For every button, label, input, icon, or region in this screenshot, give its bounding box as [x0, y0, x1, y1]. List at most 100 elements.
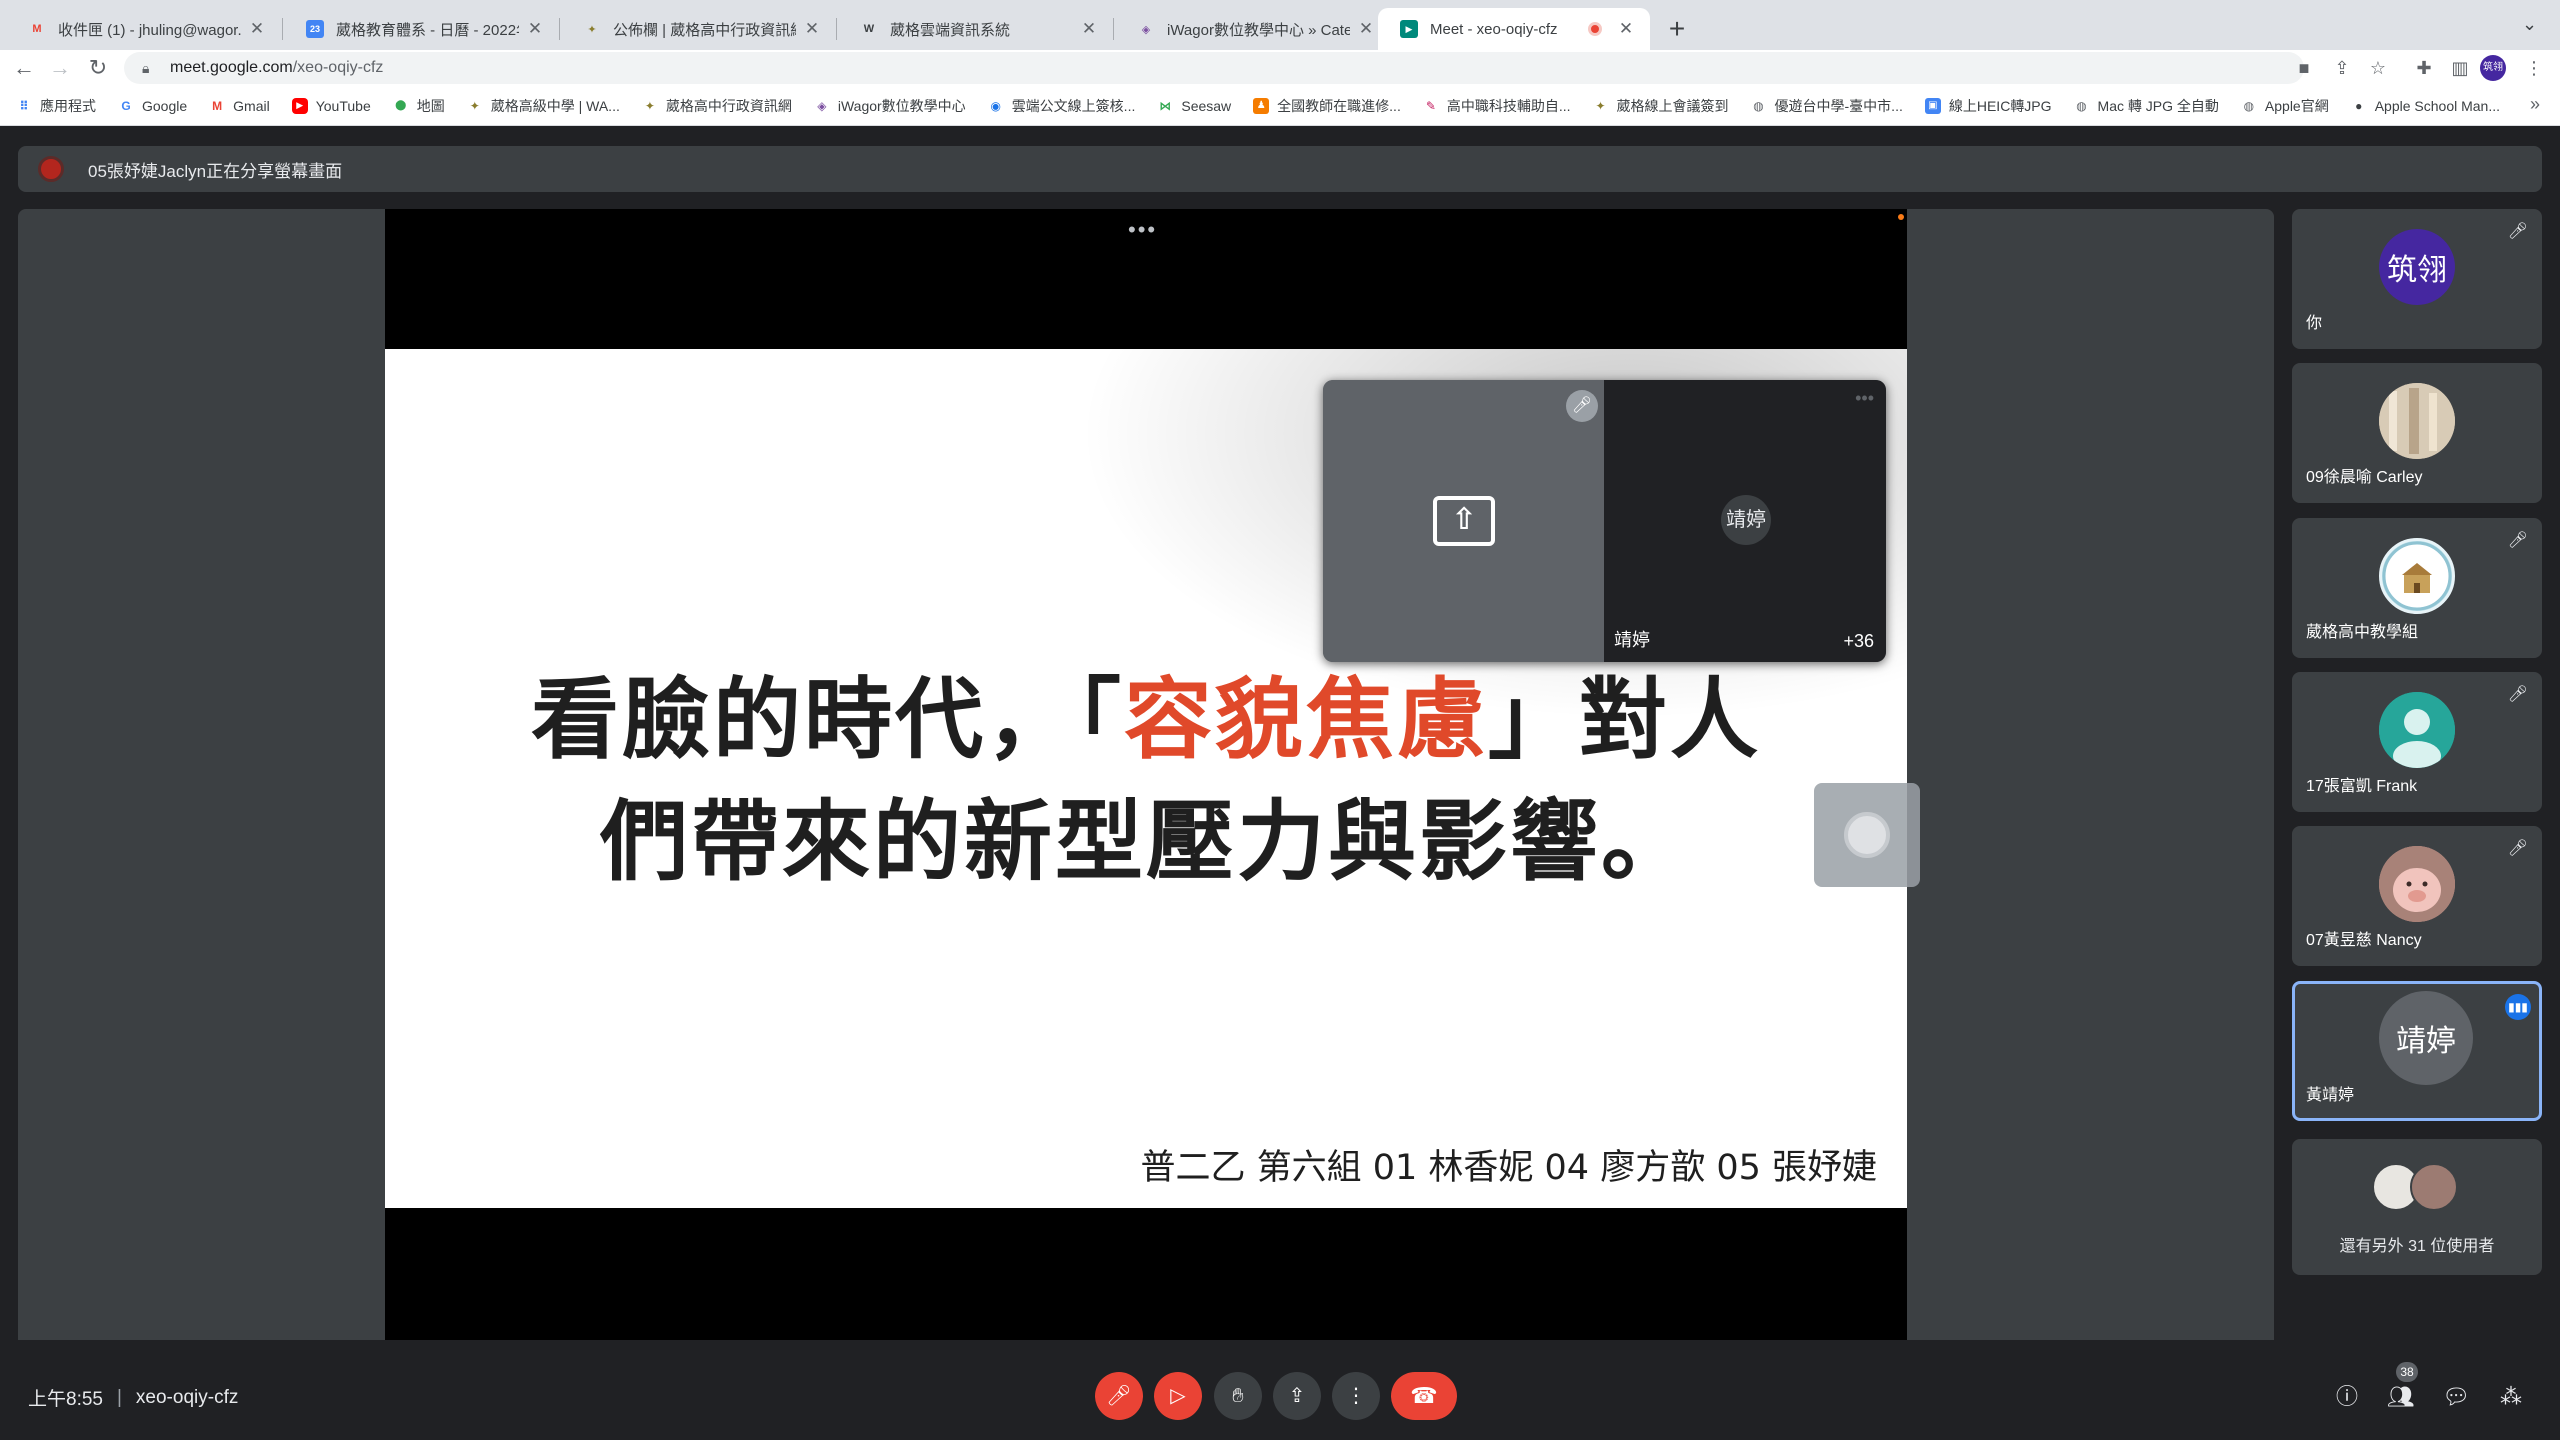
- leave-call-button[interactable]: ☎︎: [1391, 1372, 1457, 1420]
- presentation-options-icon[interactable]: •••: [1128, 217, 1157, 243]
- participant-tile-frank[interactable]: 🎤︎ 17張富凱 Frank: [2292, 672, 2542, 812]
- tab-cloud-system[interactable]: W 葳格雲端資訊系統 ✕: [838, 8, 1113, 50]
- bookmark-label: Gmail: [233, 97, 270, 114]
- avatar: [1844, 812, 1890, 858]
- participant-tile-you[interactable]: 筑翎 🎤︎ 你: [2292, 209, 2542, 349]
- school-crest-icon: ✦: [644, 98, 655, 113]
- more-bookmarks-icon[interactable]: »: [2530, 94, 2540, 115]
- tab-iwagor[interactable]: ◈ iWagor數位教學中心 » Categor ✕: [1115, 8, 1390, 50]
- mic-off-icon: 🎤︎: [1566, 390, 1598, 422]
- school-crest-icon: ✦: [469, 98, 480, 113]
- bookmark-apple-school[interactable]: ● Apple School Man...: [2351, 98, 2500, 114]
- calendar-icon: 23: [306, 20, 324, 38]
- profile-avatar[interactable]: 筑翎: [2480, 55, 2506, 81]
- chat-icon[interactable]: 💬︎: [2441, 1382, 2471, 1412]
- mic-off-icon: 🎤︎: [2507, 532, 2528, 549]
- other-participants-text: 還有另外 31 位使用者: [2339, 1238, 2495, 1255]
- bookmark-google[interactable]: G Google: [118, 98, 187, 114]
- camera-toggle-button[interactable]: ▷: [1154, 1372, 1202, 1420]
- tab-gmail[interactable]: M 收件匣 (1) - jhuling@wagor.tc.e ✕: [6, 8, 281, 50]
- bookmark-seesaw[interactable]: ⋈ Seesaw: [1157, 98, 1231, 114]
- forward-arrow-icon[interactable]: →: [46, 54, 74, 82]
- chevron-down-icon[interactable]: ⌄: [2522, 14, 2537, 35]
- slide-highlight-text: 容貌焦慮: [1123, 668, 1488, 771]
- bookmark-apple[interactable]: ◍ Apple官網: [2241, 96, 2329, 116]
- share-icon[interactable]: ⇪: [2330, 56, 2354, 80]
- bookmark-label: 優遊台中學-臺中市...: [1774, 97, 1903, 114]
- presenter-avatar-icon: [38, 156, 64, 182]
- meeting-details-icon[interactable]: ⓘ: [2332, 1382, 2362, 1412]
- participant-tile-teaching-group[interactable]: 🎤︎ 葳格高中教學組: [2292, 518, 2542, 658]
- side-panel-icon[interactable]: ▥: [2448, 56, 2472, 80]
- bookmark-wagor-admin[interactable]: ✦ 葳格高中行政資訊網: [642, 96, 792, 116]
- raise-hand-button[interactable]: ✋︎: [1214, 1372, 1262, 1420]
- tab-title: 收件匣 (1) - jhuling@wagor.tc.e: [58, 21, 241, 39]
- meet-icon: ▶: [1400, 20, 1418, 38]
- url-host: meet.google.com: [170, 59, 293, 76]
- more-options-icon[interactable]: •••: [1855, 388, 1874, 409]
- close-icon[interactable]: ✕: [1356, 19, 1376, 39]
- bookmark-wagor-school[interactable]: ✦ 葳格高級中學 | WA...: [467, 96, 620, 116]
- bookmark-meeting-signin[interactable]: ✦ 葳格線上會議簽到: [1593, 96, 1728, 116]
- close-icon[interactable]: ✕: [247, 19, 267, 39]
- activities-icon[interactable]: ⁂: [2496, 1382, 2526, 1412]
- bookmark-label: Apple官網: [2264, 97, 2329, 114]
- tab-meet[interactable]: ▶ Meet - xeo-oqiy-cfz ✕: [1378, 8, 1650, 50]
- browser-menu-icon[interactable]: ⋮: [2522, 56, 2546, 80]
- bookmark-tech-assist[interactable]: ✎ 高中職科技輔助自...: [1423, 96, 1571, 116]
- url-path: /xeo-oqiy-cfz: [292, 59, 384, 76]
- mic-off-icon: 🎤︎: [2507, 840, 2528, 857]
- bookmark-iwagor[interactable]: ◈ iWagor數位教學中心: [814, 96, 965, 116]
- camera-off-icon: ▷: [1170, 1385, 1186, 1407]
- close-icon[interactable]: ✕: [1079, 19, 1099, 39]
- avatar: 靖婷: [1721, 495, 1771, 545]
- participant-tile-carley[interactable]: 09徐晨喻 Carley: [2292, 363, 2542, 503]
- close-icon[interactable]: ✕: [802, 19, 822, 39]
- extensions-icon[interactable]: ✚: [2412, 56, 2436, 80]
- camera-in-use-icon[interactable]: ■: [2292, 56, 2316, 80]
- tab-title: Meet - xeo-oqiy-cfz: [1430, 20, 1558, 38]
- tab-calendar[interactable]: 23 葳格教育體系 - 日曆 - 2022年5 ✕: [284, 8, 559, 50]
- reload-icon[interactable]: ↻: [84, 54, 112, 82]
- mic-toggle-button[interactable]: 🎤︎: [1095, 1372, 1143, 1420]
- participant-tile-jingting[interactable]: 靖婷 ▮▮▮ 黃靖婷: [2292, 981, 2542, 1121]
- bookmark-heic-jpg[interactable]: ▣ 線上HEIC轉JPG: [1924, 96, 2052, 116]
- participant-count-badge: 38: [2396, 1362, 2418, 1382]
- other-participants-tile[interactable]: 還有另外 31 位使用者: [2292, 1139, 2542, 1275]
- bookmark-youtube[interactable]: ▶ YouTube: [291, 97, 371, 114]
- pip-presentation-tile: ⇧ 🎤︎: [1323, 380, 1604, 662]
- floating-self-tile[interactable]: [1814, 783, 1920, 887]
- tab-divider: [836, 18, 837, 40]
- bookmarks-bar: ⠿ 應用程式 G Google M Gmail ▶ YouTube ⬤ 地圖 ✦ 葳格高級中…: [0, 86, 2560, 126]
- bookmark-teacher-training[interactable]: ♟ 全國教師在職進修...: [1253, 96, 1401, 116]
- present-now-button[interactable]: ⇪: [1273, 1372, 1321, 1420]
- apple-icon: ●: [2355, 98, 2363, 113]
- bookmark-gmail[interactable]: M Gmail: [209, 98, 270, 114]
- close-icon[interactable]: ✕: [525, 19, 545, 39]
- tab-title: 葳格教育體系 - 日曆 - 2022年5: [336, 21, 519, 39]
- maps-pin-icon: ⬤: [395, 100, 407, 111]
- address-bar[interactable]: 🔒︎ meet.google.com/xeo-oqiy-cfz: [124, 52, 2304, 84]
- bookmark-label: 應用程式: [40, 97, 96, 114]
- bookmark-cloud-docs[interactable]: ◉ 雲端公文線上簽核...: [988, 96, 1135, 116]
- new-tab-button[interactable]: +: [1660, 12, 1694, 46]
- bookmark-label: 全國教師在職進修...: [1277, 97, 1401, 114]
- school-logo-icon: [2382, 541, 2452, 611]
- bookmark-mac-jpg[interactable]: ◍ Mac 轉 JPG 全自動: [2074, 96, 2219, 116]
- back-arrow-icon[interactable]: ←: [10, 54, 38, 82]
- close-icon[interactable]: ✕: [1616, 19, 1636, 39]
- tab-bulletin[interactable]: ✦ 公佈欄 | 葳格高中行政資訊網 ✕: [561, 8, 836, 50]
- tab-title: iWagor數位教學中心 » Categor: [1167, 21, 1350, 39]
- bookmark-apps[interactable]: ⠿ 應用程式: [16, 96, 96, 116]
- people-icon[interactable]: 👥︎: [2386, 1382, 2416, 1412]
- meeting-code[interactable]: xeo-oqiy-cfz: [136, 1387, 238, 1409]
- bookmark-star-icon[interactable]: ☆: [2366, 56, 2390, 80]
- bookmark-maps[interactable]: ⬤ 地圖: [393, 96, 445, 116]
- participant-tile-nancy[interactable]: 🎤︎ 07黃昱慈 Nancy: [2292, 826, 2542, 966]
- tab-divider: [1113, 18, 1114, 40]
- google-icon: G: [121, 98, 131, 113]
- more-options-button[interactable]: ⋮: [1332, 1372, 1380, 1420]
- bookmark-taichung-learning[interactable]: ◍ 優遊台中學-臺中市...: [1751, 96, 1903, 116]
- bookmark-label: 高中職科技輔助自...: [1446, 97, 1571, 114]
- picture-in-picture-panel[interactable]: ⇧ 🎤︎ 靖婷 靖婷 +36 •••: [1323, 380, 1886, 662]
